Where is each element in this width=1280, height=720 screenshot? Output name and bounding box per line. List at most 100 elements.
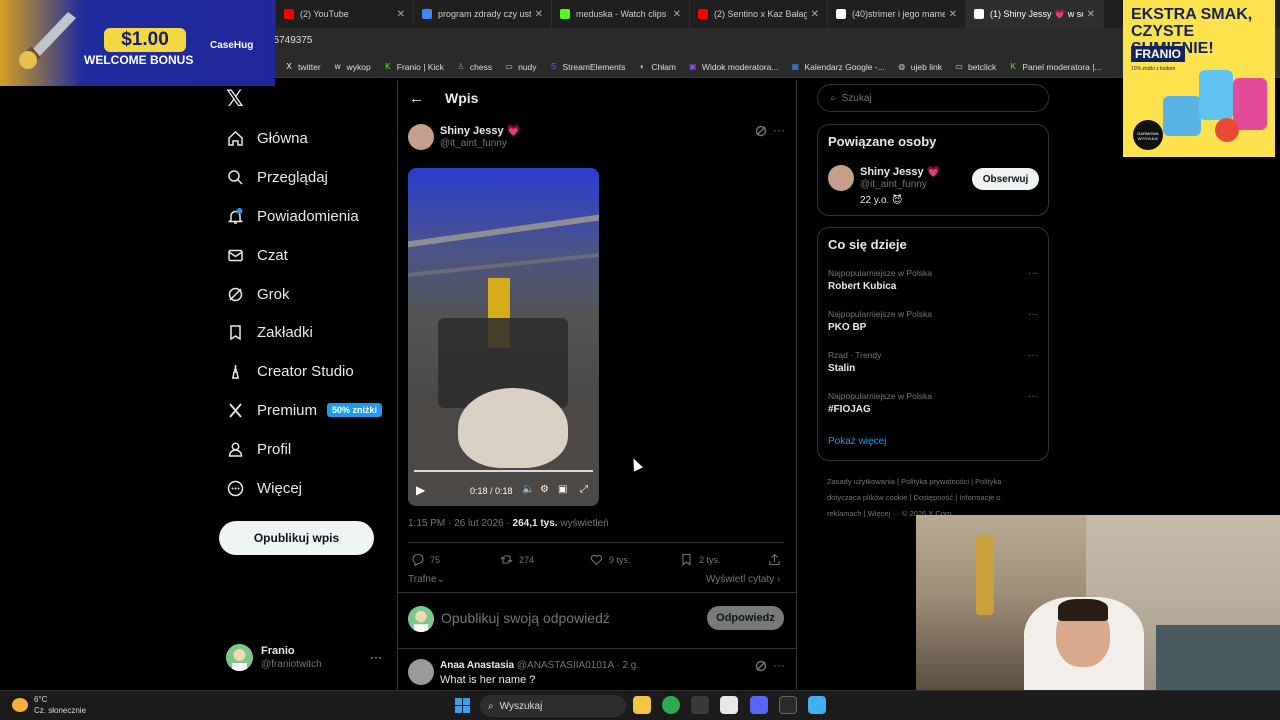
- nav-item[interactable]: Przeglądaj: [226, 164, 328, 190]
- related-name[interactable]: Shiny Jessy 💗: [860, 165, 940, 178]
- reply-input[interactable]: Opublikuj swoją odpowiedź: [441, 610, 610, 626]
- back-arrow-icon[interactable]: ←: [409, 90, 424, 107]
- trend-item[interactable]: Najpopularniejsze w Polska Robert Kubica…: [828, 268, 1040, 292]
- more-icon[interactable]: ···: [773, 123, 785, 137]
- trophy-image: [976, 535, 994, 615]
- taskbar-search[interactable]: ⌕ Wyszukaj: [480, 695, 626, 717]
- x-logo-icon[interactable]: 𝕏: [226, 88, 248, 110]
- repost-count: 274: [519, 554, 535, 565]
- browser-tab[interactable]: (1) Shiny Jessy 💗 w serw ✕: [966, 0, 1104, 28]
- comment-author-name[interactable]: Anaa Anastasia: [440, 660, 514, 671]
- franio-ad-banner[interactable]: EKSTRA SMAK, CZYSTE SUMIENIE! FRANIO 10%…: [1123, 0, 1275, 157]
- bookmark-item[interactable]: ▭ nudy: [504, 62, 536, 72]
- bookmark-item[interactable]: w wykop: [333, 62, 371, 72]
- post-author-name[interactable]: Shiny Jessy 💗: [440, 124, 520, 137]
- account-switcher[interactable]: Franio @franiotwitch ···: [226, 644, 386, 676]
- like-action[interactable]: 9 tys.: [590, 553, 631, 566]
- close-icon[interactable]: ✕: [397, 9, 405, 20]
- chrome-icon[interactable]: [662, 696, 680, 714]
- browser-tab[interactable]: (2) Sentino x Kaz Bałagan ✕: [690, 0, 828, 28]
- bookmark-item[interactable]: ◐ Chłam: [637, 62, 676, 72]
- tab-favicon-icon: [284, 9, 294, 19]
- related-handle[interactable]: @it_aint_funny: [860, 179, 927, 190]
- sort-dropdown[interactable]: Trafne⌄: [408, 574, 445, 585]
- trend-item[interactable]: Najpopularniejsze w Polska PKO BP ···: [828, 309, 1040, 333]
- more-icon[interactable]: ···: [370, 650, 382, 664]
- trend-name: Stalin: [828, 363, 856, 374]
- terminal-icon[interactable]: [779, 696, 797, 714]
- more-icon[interactable]: ···: [1028, 268, 1038, 279]
- follow-button[interactable]: Obserwuj: [972, 168, 1039, 190]
- nav-item[interactable]: Premium 50% zniżki: [226, 397, 383, 423]
- bookmark-item[interactable]: Xtwitter: [284, 62, 320, 72]
- trend-item[interactable]: Najpopularniejsze w Polska #FIOJAG ···: [828, 391, 1040, 415]
- tab-favicon-icon: [560, 9, 570, 19]
- post-button[interactable]: Opublikuj wpis: [219, 521, 374, 555]
- grok-icon[interactable]: [755, 125, 767, 137]
- browser-tab[interactable]: (40)strimer i jego mame ✕: [828, 0, 966, 28]
- close-icon[interactable]: ✕: [535, 9, 543, 20]
- notepad-icon[interactable]: [808, 696, 826, 714]
- bookmark-item[interactable]: K Panel moderatora |...: [1008, 62, 1102, 72]
- close-icon[interactable]: ✕: [673, 9, 681, 20]
- bookmark-favicon-icon: w: [334, 62, 341, 71]
- discord-icon[interactable]: [750, 696, 768, 714]
- pip-icon[interactable]: ▣: [558, 484, 567, 495]
- more-icon[interactable]: ···: [1028, 350, 1038, 361]
- browser-tab[interactable]: (2) YouTube ✕: [276, 0, 414, 28]
- trend-item[interactable]: Rząd · Trendy Stalin ···: [828, 350, 1040, 374]
- more-icon[interactable]: ···: [1028, 391, 1038, 402]
- windows-start-icon[interactable]: [455, 698, 470, 713]
- bookmark-item[interactable]: K Franio | Kick: [383, 62, 444, 72]
- bookmark-item[interactable]: ▦ Kalendarz Google -...: [790, 62, 885, 72]
- volume-icon[interactable]: 🔈: [522, 484, 534, 495]
- couch-image: [1156, 625, 1280, 690]
- bookmark-item[interactable]: S StreamElements: [549, 62, 626, 72]
- post-author-handle[interactable]: @it_aint_funny: [440, 138, 507, 149]
- bookmark-item[interactable]: ▣ Widok moderatora...: [688, 62, 778, 72]
- settings-icon[interactable]: ⚙: [540, 484, 549, 495]
- app-icon[interactable]: [691, 696, 709, 714]
- video-progress-bar[interactable]: [414, 470, 593, 472]
- product-can: [1163, 96, 1201, 136]
- view-quotes-link[interactable]: Wyświetl cytaty ›: [706, 574, 780, 585]
- grok-icon[interactable]: [755, 660, 767, 672]
- comment-author-handle[interactable]: @ANASTASIIA0101A · 2 g.: [517, 660, 639, 671]
- play-icon[interactable]: ▶: [416, 483, 425, 497]
- nav-item[interactable]: Czat: [226, 242, 288, 268]
- nav-item[interactable]: Więcej: [226, 475, 302, 501]
- reply-button[interactable]: Odpowiedz: [707, 606, 784, 630]
- show-more-link[interactable]: Pokaż więcej: [828, 436, 886, 447]
- share-action[interactable]: [768, 553, 781, 566]
- close-icon[interactable]: ✕: [949, 9, 957, 20]
- nav-item[interactable]: Profil: [226, 436, 291, 462]
- file-explorer-icon[interactable]: [633, 696, 651, 714]
- fullscreen-icon[interactable]: ⤢: [580, 484, 588, 495]
- more-icon[interactable]: ···: [773, 658, 785, 672]
- close-icon[interactable]: ✕: [1087, 9, 1095, 20]
- avatar[interactable]: [828, 165, 854, 191]
- video-player[interactable]: ▶ 0:18 / 0:18 🔈 ⚙ ▣ ⤢: [408, 168, 599, 506]
- browser-tab[interactable]: meduska - Watch clips on ✕: [552, 0, 690, 28]
- nav-item[interactable]: Grok: [226, 281, 290, 307]
- nav-item[interactable]: Główna: [226, 125, 308, 151]
- app-icon[interactable]: [720, 696, 738, 714]
- bookmark-item[interactable]: ♙ chess: [456, 62, 492, 72]
- reply-action[interactable]: 75: [411, 553, 440, 566]
- more-icon[interactable]: ···: [1028, 309, 1038, 320]
- search-input[interactable]: ⌕ Szukaj: [817, 84, 1049, 112]
- post-timestamp[interactable]: 1:15 PM · 26 lut 2026 ·: [408, 518, 513, 529]
- browser-tab[interactable]: program zdrady czy usta ✕: [414, 0, 552, 28]
- nav-item[interactable]: Powiadomienia: [226, 203, 359, 229]
- weather-widget[interactable]: 6°C Cz. słonecznie: [12, 694, 86, 716]
- avatar[interactable]: [408, 659, 434, 685]
- bookmark-item[interactable]: ◍ ujeb link: [897, 62, 942, 72]
- casehug-ad-banner[interactable]: $1.00 WELCOME BONUS CaseHug: [0, 0, 275, 86]
- bookmark-item[interactable]: ▭ betclick: [954, 62, 996, 72]
- avatar[interactable]: [408, 124, 434, 150]
- nav-item[interactable]: Zakładki: [226, 319, 313, 345]
- close-icon[interactable]: ✕: [811, 9, 819, 20]
- repost-action[interactable]: 274: [500, 553, 534, 566]
- bookmark-action[interactable]: 2 tys.: [680, 553, 721, 566]
- nav-item[interactable]: Creator Studio: [226, 358, 354, 384]
